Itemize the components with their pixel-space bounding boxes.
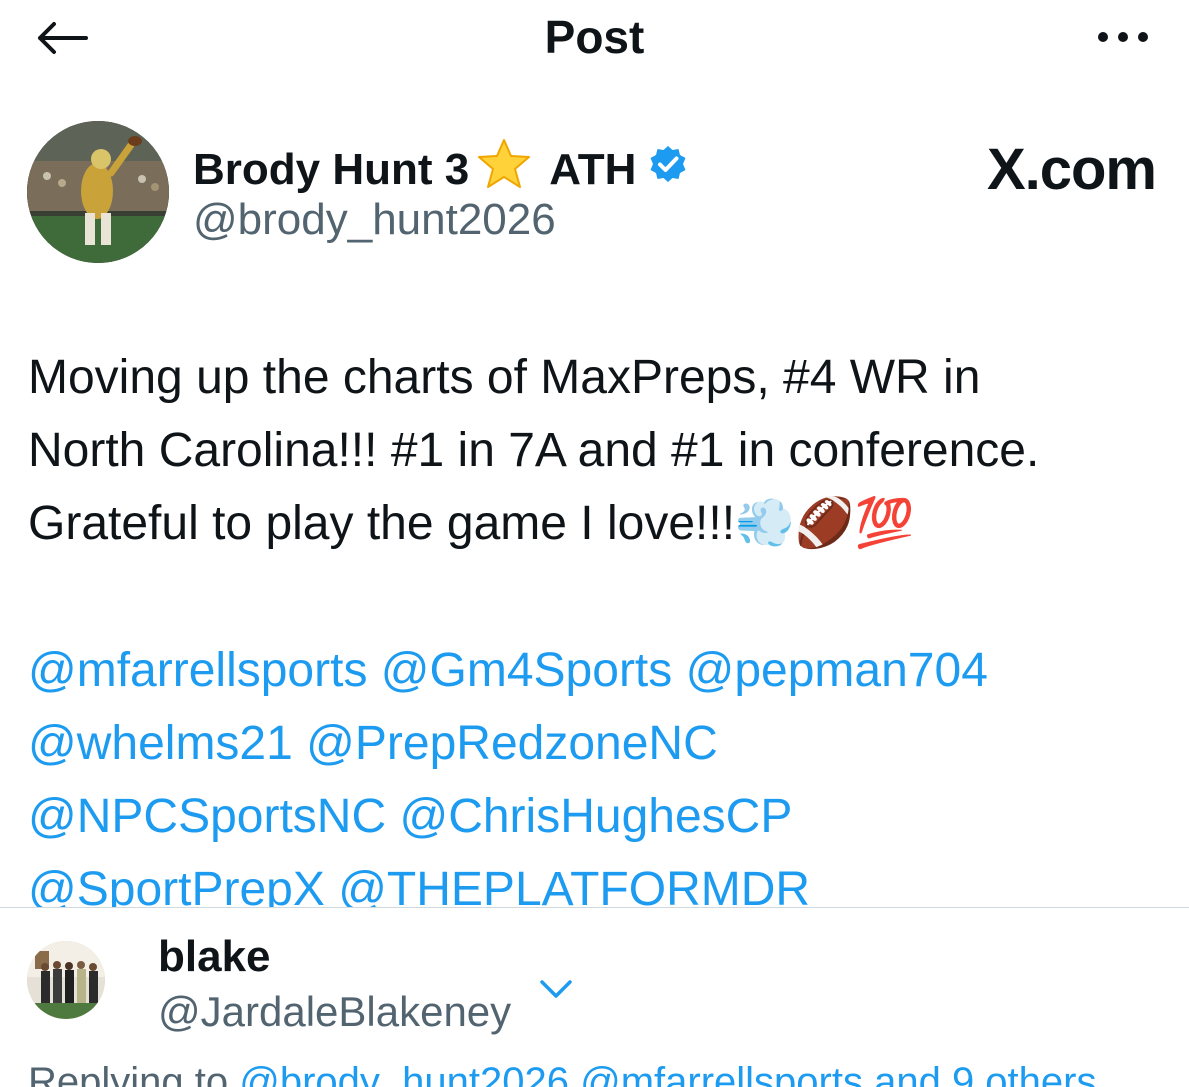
source-watermark: X.com bbox=[986, 137, 1157, 202]
reply-author-name[interactable]: blake bbox=[158, 932, 271, 982]
replying-links[interactable]: @brody_hunt2026 @mfarrellsports and 9 ot… bbox=[239, 1060, 1096, 1087]
post-text-line: Grateful to play the game I love!!!💨🏈💯 bbox=[28, 487, 1168, 560]
author-avatar[interactable] bbox=[27, 121, 169, 263]
mentions-line: @whelms21 @PrepRedzoneNC bbox=[28, 707, 1168, 780]
more-options-button[interactable] bbox=[1091, 22, 1155, 52]
replying-to: Replying to @brody_hunt2026 @mfarrellspo… bbox=[28, 1060, 1096, 1087]
post-emojis: 💨🏈💯 bbox=[735, 497, 915, 550]
verified-badge-icon bbox=[642, 144, 688, 195]
top-bar: Post bbox=[0, 0, 1189, 80]
mention-link[interactable]: @ChrisHughesCP bbox=[399, 790, 792, 843]
author-photo bbox=[27, 121, 169, 263]
author-name-text: Brody Hunt 3 bbox=[193, 144, 470, 194]
mention-link[interactable]: @pepman704 bbox=[686, 644, 988, 697]
author-name[interactable]: Brody Hunt 3 ATH bbox=[193, 137, 688, 202]
mentions-line: @mfarrellsports @Gm4Sports @pepman704 bbox=[28, 634, 1168, 707]
reply-author-handle[interactable]: @JardaleBlakeney bbox=[158, 988, 511, 1036]
page-title: Post bbox=[544, 11, 645, 63]
post-text-line-3: Grateful to play the game I love!!! bbox=[28, 497, 736, 550]
replying-prefix: Replying to bbox=[28, 1060, 229, 1087]
mention-link[interactable]: @whelms21 bbox=[28, 717, 293, 770]
reply-avatar[interactable] bbox=[27, 941, 105, 1019]
post-text: Moving up the charts of MaxPreps, #4 WR … bbox=[28, 341, 1168, 560]
chevron-down-icon bbox=[540, 980, 572, 998]
mentions-block: @mfarrellsports @Gm4Sports @pepman704 @w… bbox=[28, 634, 1168, 926]
mention-link[interactable]: @PrepRedzoneNC bbox=[306, 717, 718, 770]
mention-link[interactable]: @Gm4Sports bbox=[381, 644, 672, 697]
more-horizontal-icon bbox=[1098, 32, 1148, 42]
reply-photo bbox=[27, 941, 105, 1019]
post-page: Post Brody Hunt 3 ATH @brody_hunt2026 X.… bbox=[0, 0, 1189, 1087]
account-switch-button[interactable] bbox=[536, 974, 576, 1004]
reply-section: blake @JardaleBlakeney Replying to @brod… bbox=[0, 908, 1189, 1087]
post-text-line: North Carolina!!! #1 in 7A and #1 in con… bbox=[28, 424, 1040, 477]
author-handle[interactable]: @brody_hunt2026 bbox=[193, 195, 556, 245]
mentions-line: @NPCSportsNC @ChrisHughesCP bbox=[28, 780, 1168, 853]
post-text-line: Moving up the charts of MaxPreps, #4 WR … bbox=[28, 351, 981, 404]
mention-link[interactable]: @mfarrellsports bbox=[28, 644, 367, 697]
mention-link[interactable]: @NPCSportsNC bbox=[28, 790, 386, 843]
star-icon bbox=[475, 137, 533, 202]
author-name-suffix: ATH bbox=[549, 144, 637, 194]
